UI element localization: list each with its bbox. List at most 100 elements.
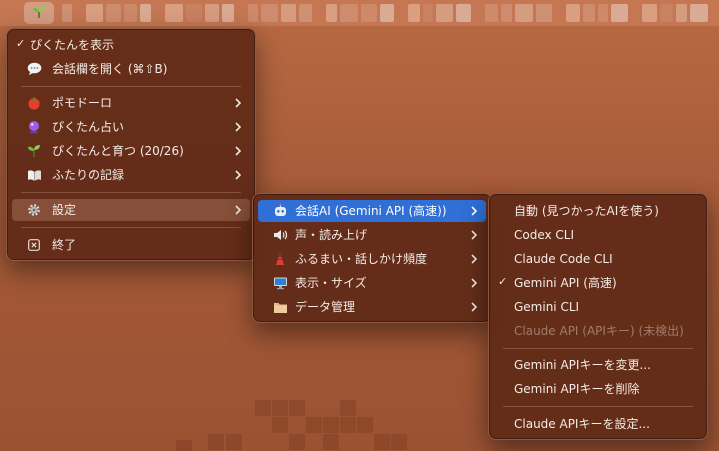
chevron-right-icon xyxy=(235,205,242,215)
blurred-block xyxy=(222,4,234,22)
blurred-block xyxy=(690,4,708,22)
menu-item-show-pikutan[interactable]: ✓ ぴくたんを表示 xyxy=(12,34,250,56)
menu-item-label: 会話AI (Gemini API (高速)) xyxy=(295,204,447,218)
chevron-right-icon xyxy=(471,302,478,312)
menu-item-label: Codex CLI xyxy=(514,228,575,242)
chevron-right-icon xyxy=(471,230,478,240)
blurred-block xyxy=(124,4,137,22)
background-block xyxy=(289,400,305,416)
checkmark-icon: ✓ xyxy=(498,275,508,288)
blurred-block xyxy=(281,4,296,22)
menu-item-change-gemini-key[interactable]: Gemini APIキーを変更... xyxy=(494,354,702,376)
menubar-extras-blurred xyxy=(62,4,719,22)
blurred-block xyxy=(205,4,219,22)
blurred-block xyxy=(515,4,533,22)
blurred-block xyxy=(299,4,312,22)
blurred-block xyxy=(186,4,202,22)
menu-item-label: ぴくたんを表示 xyxy=(30,38,115,52)
blurred-block xyxy=(165,4,183,22)
background-block xyxy=(323,434,339,450)
menu-item-data-management[interactable]: データ管理 xyxy=(258,296,486,318)
sprout-icon xyxy=(32,5,46,22)
chevron-right-icon xyxy=(235,170,242,180)
menu-item-label: Claude API (APIキー) (未検出) xyxy=(514,324,684,338)
menu-item-open-chat[interactable]: 会話欄を開く (⌘⇧B) xyxy=(12,58,250,80)
chevron-right-icon xyxy=(471,278,478,288)
menu-item-behavior[interactable]: ふるまい・話しかけ頻度 xyxy=(258,248,486,270)
menubar-app-button[interactable] xyxy=(24,2,54,24)
monitor-icon xyxy=(272,275,288,291)
background-block xyxy=(272,417,288,433)
blurred-block xyxy=(642,4,657,22)
close-box-icon xyxy=(26,237,42,253)
menu-item-label: ふるまい・話しかけ頻度 xyxy=(295,252,428,266)
blurred-block xyxy=(501,4,512,22)
menu-item-label: 会話欄を開く (⌘⇧B) xyxy=(52,62,168,76)
menu-item-pomodoro[interactable]: ポモドーロ xyxy=(12,92,250,114)
background-block xyxy=(226,434,242,450)
background-block xyxy=(340,400,356,416)
sprout-icon xyxy=(26,143,42,159)
menu-item-grow-together[interactable]: ぴくたんと育つ (20/26) xyxy=(12,140,250,162)
menu-item-quit[interactable]: 終了 xyxy=(12,234,250,256)
blurred-block xyxy=(598,4,608,22)
menu-item-label: ぴくたん占い xyxy=(52,120,125,134)
background-block xyxy=(340,417,356,433)
menu-item-label: ポモドーロ xyxy=(52,96,113,110)
menu-item-codex-cli[interactable]: Codex CLI xyxy=(494,224,702,246)
menu-bar xyxy=(0,0,719,26)
dancer-icon xyxy=(272,251,288,267)
menu-item-label: Gemini APIキーを削除 xyxy=(514,382,640,396)
menu-item-voice[interactable]: 声・読み上げ xyxy=(258,224,486,246)
folder-icon xyxy=(272,299,288,315)
main-menu: ✓ ぴくたんを表示 会話欄を開く (⌘⇧B) ポモドーロ ぴくたん占い ぴくたん… xyxy=(6,28,256,261)
menu-item-label: ぴくたんと育つ (20/26) xyxy=(52,144,184,158)
blurred-block xyxy=(611,4,628,22)
menu-item-label: Claude APIキーを設定... xyxy=(514,417,650,431)
menu-item-label: 表示・サイズ xyxy=(295,276,367,290)
menu-item-ai-auto[interactable]: 自動 (見つかったAIを使う) xyxy=(494,200,702,222)
menu-item-claude-code-cli[interactable]: Claude Code CLI xyxy=(494,248,702,270)
menu-item-fortune[interactable]: ぴくたん占い xyxy=(12,116,250,138)
menu-item-settings[interactable]: 設定 xyxy=(12,199,250,221)
chevron-right-icon xyxy=(471,206,478,216)
menu-item-label: 設定 xyxy=(52,203,77,217)
blurred-block xyxy=(361,4,377,22)
menu-item-conversation-ai[interactable]: 会話AI (Gemini API (高速)) xyxy=(258,200,486,222)
menu-item-set-claude-key[interactable]: Claude APIキーを設定... xyxy=(494,413,702,435)
blurred-block xyxy=(456,4,471,22)
speech-bubble-icon xyxy=(26,61,42,77)
menu-item-display-size[interactable]: 表示・サイズ xyxy=(258,272,486,294)
speaker-icon xyxy=(272,227,288,243)
blurred-block xyxy=(261,4,278,22)
background-block xyxy=(272,400,288,416)
blurred-block xyxy=(566,4,580,22)
menu-item-our-records[interactable]: ふたりの記録 xyxy=(12,164,250,186)
blurred-block xyxy=(380,4,394,22)
blurred-block xyxy=(86,4,103,22)
background-block xyxy=(255,400,271,416)
blurred-block xyxy=(62,4,72,22)
separator xyxy=(503,406,693,407)
menu-item-label: Gemini API (高速) xyxy=(514,276,617,290)
background-block xyxy=(391,434,407,450)
blurred-block xyxy=(423,4,433,22)
blurred-block xyxy=(660,4,673,22)
blurred-block xyxy=(676,4,687,22)
blurred-block xyxy=(326,4,337,22)
menu-item-delete-gemini-key[interactable]: Gemini APIキーを削除 xyxy=(494,378,702,400)
settings-submenu: 会話AI (Gemini API (高速)) 声・読み上げ ふるまい・話しかけ頻… xyxy=(252,193,492,323)
menu-item-gemini-cli[interactable]: Gemini CLI xyxy=(494,296,702,318)
background-block xyxy=(374,434,390,450)
blurred-block xyxy=(340,4,358,22)
background-block xyxy=(306,417,322,433)
menu-item-gemini-api-fast[interactable]: ✓ Gemini API (高速) xyxy=(494,272,702,294)
menu-item-label: 声・読み上げ xyxy=(295,228,368,242)
blurred-block xyxy=(140,4,151,22)
chevron-right-icon xyxy=(235,98,242,108)
checkmark-icon: ✓ xyxy=(16,37,26,50)
menu-item-label: 自動 (見つかったAIを使う) xyxy=(514,204,659,218)
background-block xyxy=(289,434,305,450)
blurred-block xyxy=(536,4,552,22)
menu-item-claude-api-not-detected: Claude API (APIキー) (未検出) xyxy=(494,320,702,342)
